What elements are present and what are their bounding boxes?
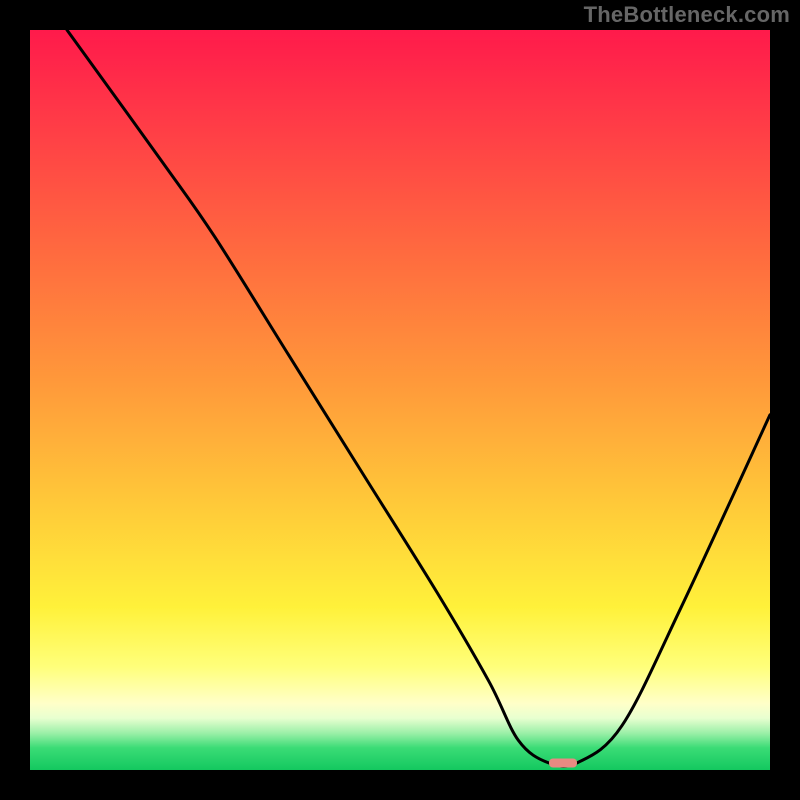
bottleneck-curve (30, 30, 770, 770)
curve-path (67, 30, 770, 766)
attribution-watermark: TheBottleneck.com (584, 2, 790, 28)
plot-area (30, 30, 770, 770)
trough-marker (549, 758, 577, 767)
chart-frame: TheBottleneck.com (0, 0, 800, 800)
